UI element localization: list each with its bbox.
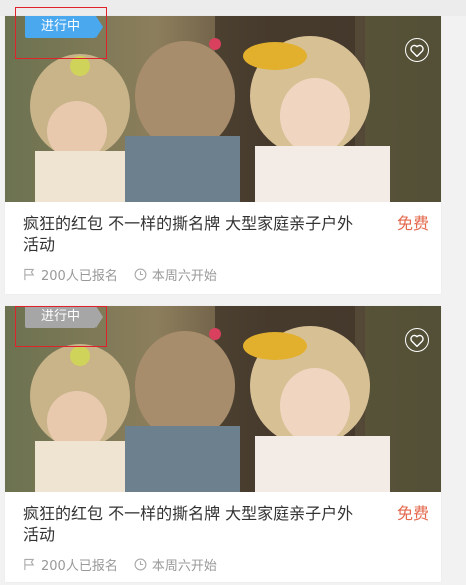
status-tag: 进行中 [25, 16, 103, 38]
flag-icon [24, 268, 35, 281]
signup-count: 200人已报名 [23, 555, 118, 574]
activity-title[interactable]: 疯狂的红包 不一样的撕名牌 大型家庭亲子户外活动 [23, 213, 368, 255]
heart-icon [410, 334, 424, 347]
activity-price: 免费 [396, 214, 429, 233]
start-time: 本周六开始 [134, 555, 217, 574]
activity-price: 免费 [396, 504, 429, 523]
activity-photo [5, 306, 441, 492]
clock-icon [134, 558, 147, 571]
previous-card-edge [0, 0, 466, 16]
status-label: 进行中 [40, 19, 80, 34]
activity-photo [5, 16, 441, 202]
status-label: 进行中 [40, 309, 80, 324]
flag-icon [24, 558, 35, 571]
start-time-text: 本周六开始 [151, 559, 217, 574]
signup-count-text: 200人已报名 [41, 559, 118, 574]
status-tag-notch [96, 306, 103, 328]
favorite-button[interactable] [405, 38, 429, 62]
activity-card[interactable]: 进行中 疯狂的红包 不一样的撕名牌 大型家庭亲子户外活动 免费 200人已报名 … [5, 7, 441, 294]
activity-meta: 200人已报名 本周六开始 [23, 265, 233, 284]
favorite-button[interactable] [405, 328, 429, 352]
clock-icon [134, 268, 147, 281]
start-time-text: 本周六开始 [151, 269, 217, 284]
signup-count-text: 200人已报名 [41, 269, 118, 284]
signup-count: 200人已报名 [23, 265, 118, 284]
activity-card[interactable]: 进行中 疯狂的红包 不一样的撕名牌 大型家庭亲子户外活动 免费 200人已报名 … [5, 306, 441, 582]
activity-meta: 200人已报名 本周六开始 [23, 555, 233, 574]
activity-title[interactable]: 疯狂的红包 不一样的撕名牌 大型家庭亲子户外活动 [23, 503, 368, 545]
status-tag: 进行中 [25, 306, 103, 328]
heart-icon [410, 44, 424, 57]
start-time: 本周六开始 [134, 265, 217, 284]
status-tag-notch [96, 16, 103, 38]
